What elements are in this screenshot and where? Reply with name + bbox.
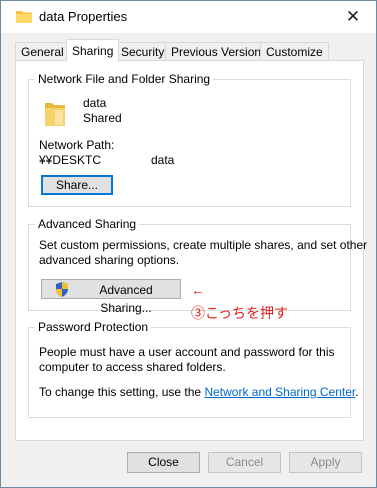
advanced-sharing-button-label: Advanced Sharing... (99, 283, 153, 315)
network-sharing-center-link[interactable]: Network and Sharing Center (204, 385, 355, 399)
share-button[interactable]: Share... (41, 175, 113, 195)
advanced-sharing-title: Advanced Sharing (35, 217, 140, 231)
cancel-button-label: Cancel (225, 455, 264, 469)
tab-general[interactable]: General (15, 42, 70, 60)
close-button[interactable]: Close (127, 452, 200, 473)
tab-previous-versions[interactable]: Previous Versions (165, 42, 274, 60)
password-change-prefix: To change this setting, use the (39, 385, 205, 399)
sharing-panel: Network File and Folder Sharing data Sha… (15, 60, 367, 441)
close-icon: ✕ (345, 7, 361, 26)
shared-folder-icon (45, 103, 65, 126)
apply-button-label: Apply (310, 455, 341, 469)
password-change-line: To change this setting, use the Network … (39, 385, 359, 399)
uac-shield-icon (56, 282, 68, 297)
tab-sharing[interactable]: Sharing (66, 39, 120, 62)
properties-dialog: data Properties ✕ General Sharing Securi… (0, 0, 377, 488)
network-sharing-title: Network File and Folder Sharing (35, 72, 214, 86)
close-window-button[interactable]: ✕ (336, 4, 370, 30)
advanced-sharing-group: Advanced Sharing Set custom permissions,… (28, 217, 367, 315)
advanced-sharing-button[interactable]: Advanced Sharing... (41, 279, 181, 315)
folder-name: data (83, 96, 107, 110)
apply-button[interactable]: Apply (289, 452, 362, 473)
password-desc-line2: computer to access shared folders. (39, 360, 226, 374)
title-bar: data Properties ✕ (1, 1, 376, 33)
sharing-status: Shared (83, 111, 122, 125)
window-title: data Properties (39, 9, 128, 24)
network-path-share: data (151, 153, 175, 167)
cancel-button[interactable]: Cancel (208, 452, 281, 473)
folder-icon (16, 11, 32, 23)
share-button-label: Share... (55, 178, 99, 192)
tab-customize[interactable]: Customize (260, 42, 329, 60)
network-path-label: Network Path: (39, 138, 115, 152)
annotation-arrow: ← (191, 282, 205, 298)
network-path-host: ¥¥DESKTC (39, 153, 102, 167)
tab-security[interactable]: Security (115, 42, 171, 60)
password-desc-line1: People must have a user account and pass… (39, 345, 335, 359)
network-sharing-group: Network File and Folder Sharing data Sha… (28, 72, 351, 207)
advanced-sharing-desc-line1: Set custom permissions, create multiple … (39, 238, 368, 252)
password-change-suffix: . (355, 385, 359, 399)
password-protection-title: Password Protection (35, 320, 152, 334)
close-button-label: Close (148, 455, 179, 469)
password-protection-group: Password Protection People must have a u… (28, 320, 359, 418)
annotation-text: ③こっちを押す (191, 305, 289, 321)
advanced-sharing-desc-line2: advanced sharing options. (39, 253, 180, 267)
